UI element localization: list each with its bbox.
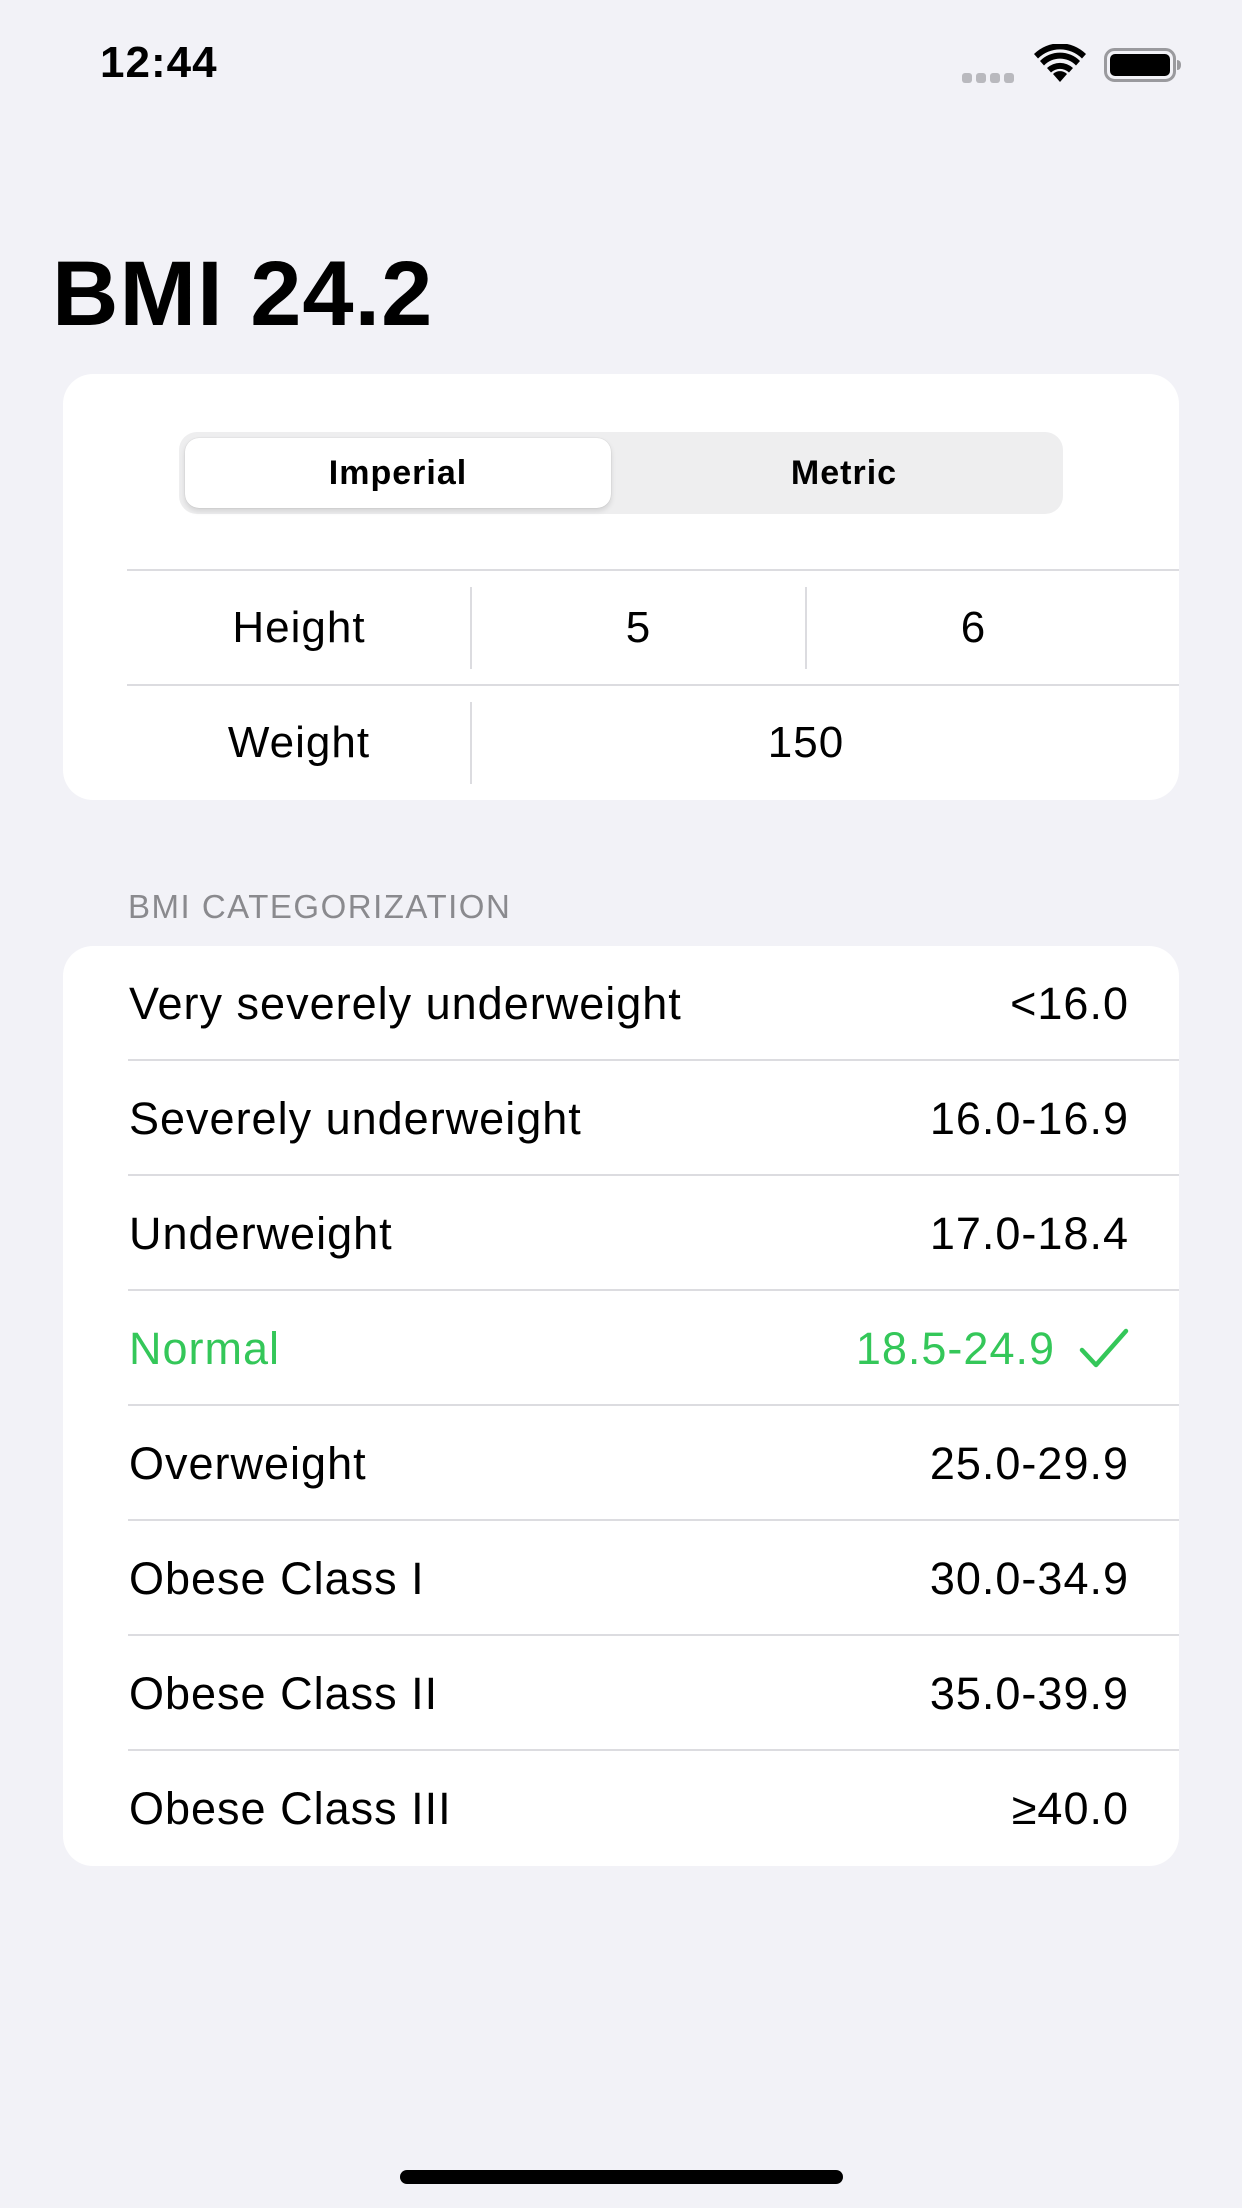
- category-row-normal[interactable]: Normal 18.5-24.9: [63, 1291, 1179, 1406]
- category-label: Underweight: [129, 1207, 393, 1259]
- weight-label: Weight: [227, 718, 371, 767]
- category-range: 17.0-18.4: [929, 1207, 1129, 1259]
- category-label: Obese Class II: [129, 1667, 439, 1719]
- category-row-obese-class-3[interactable]: Obese Class III ≥40.0: [63, 1751, 1179, 1866]
- height-row: Height 5 6: [127, 569, 1179, 685]
- category-row-overweight[interactable]: Overweight 25.0-29.9: [63, 1406, 1179, 1521]
- category-label: Overweight: [129, 1437, 367, 1489]
- height-feet-picker[interactable]: 5: [472, 571, 805, 685]
- category-range: 25.0-29.9: [929, 1437, 1129, 1489]
- input-card: Imperial Metric Height 5 6 Weight 150: [63, 374, 1179, 800]
- category-range: <16.0: [1010, 977, 1129, 1029]
- status-time: 12:44: [100, 38, 218, 87]
- category-label: Severely underweight: [129, 1092, 582, 1144]
- category-label: Very severely underweight: [129, 977, 682, 1029]
- wifi-icon: [1034, 44, 1086, 82]
- unit-segmented-control: Imperial Metric: [179, 432, 1063, 514]
- category-row-severely-underweight[interactable]: Severely underweight 16.0-16.9: [63, 1061, 1179, 1176]
- category-row-obese-class-2[interactable]: Obese Class II 35.0-39.9: [63, 1636, 1179, 1751]
- segment-imperial[interactable]: Imperial: [185, 438, 611, 508]
- category-label: Obese Class III: [129, 1782, 452, 1834]
- battery-icon: [1104, 48, 1181, 82]
- signal-icon: [962, 70, 1018, 83]
- page-title: BMI 24.2: [52, 243, 434, 345]
- category-label: Obese Class I: [129, 1552, 425, 1604]
- section-header: BMI CATEGORIZATION: [128, 888, 512, 925]
- checkmark-icon: [1079, 1328, 1129, 1368]
- category-range: 30.0-34.9: [929, 1552, 1129, 1604]
- category-label: Normal: [129, 1322, 281, 1374]
- category-range: 35.0-39.9: [929, 1667, 1129, 1719]
- height-inches-picker[interactable]: 6: [807, 571, 1140, 685]
- category-row-obese-class-1[interactable]: Obese Class I 30.0-34.9: [63, 1521, 1179, 1636]
- home-indicator[interactable]: [400, 2170, 843, 2184]
- screen: 12:44 BMI 24.2 Imperial Metric Height 5 …: [0, 0, 1242, 2208]
- category-row-underweight[interactable]: Underweight 17.0-18.4: [63, 1176, 1179, 1291]
- category-range: 18.5-24.9: [855, 1322, 1055, 1374]
- weight-picker[interactable]: 150: [472, 686, 1140, 800]
- weight-row: Weight 150: [127, 684, 1179, 800]
- categories-list: Very severely underweight <16.0 Severely…: [63, 946, 1179, 1866]
- category-range: ≥40.0: [1011, 1782, 1129, 1834]
- category-row-very-severely-underweight[interactable]: Very severely underweight <16.0: [63, 946, 1179, 1061]
- checkmark-wrapper: [1077, 1291, 1129, 1406]
- segment-metric[interactable]: Metric: [631, 438, 1057, 508]
- category-range: 16.0-16.9: [929, 1092, 1129, 1144]
- height-label: Height: [232, 603, 366, 652]
